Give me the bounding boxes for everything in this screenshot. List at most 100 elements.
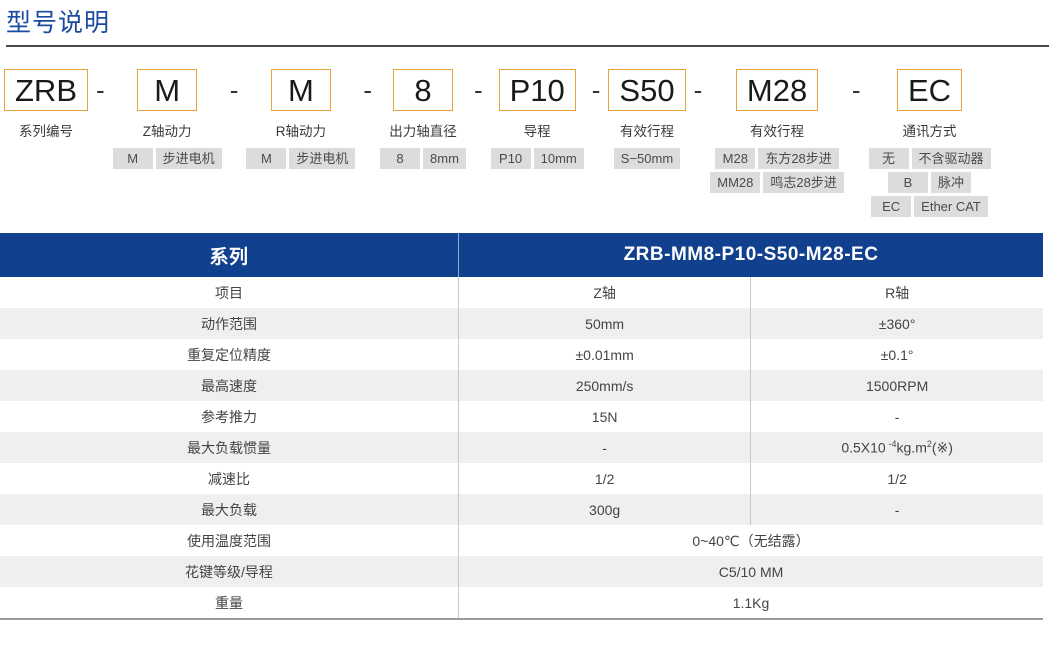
model-code-option-list: S−50mm <box>614 148 680 169</box>
model-code-segment: M28有效行程M28东方28步进MM28鸣志28步进 <box>710 69 844 193</box>
spec-value-z-axis: 15N <box>459 401 751 432</box>
spec-item-label: 项目 <box>0 277 459 308</box>
option-value: 东方28步进 <box>758 148 838 169</box>
model-code-box[interactable]: M <box>137 69 197 111</box>
spec-item-label: 最大负载 <box>0 494 459 525</box>
spec-item-label: 使用温度范围 <box>0 525 459 556</box>
option-value: 步进电机 <box>289 148 355 169</box>
model-code-caption: 系列编号 <box>19 120 73 140</box>
model-code-box[interactable]: 8 <box>393 69 453 111</box>
spec-item-label: 减速比 <box>0 463 459 494</box>
table-row: 最大负载300g- <box>0 494 1043 525</box>
model-code-option-row: 88mm <box>380 148 466 169</box>
model-code-separator: - <box>686 69 711 111</box>
option-key: M28 <box>715 148 755 169</box>
spec-value-r-axis: R轴 <box>751 277 1043 308</box>
option-value: 10mm <box>534 148 584 169</box>
spec-value-z-axis: Z轴 <box>459 277 751 308</box>
model-code-strip: ZRB系列编号-MZ轴动力M步进电机-MR轴动力M步进电机-8出力轴直径88mm… <box>0 69 1049 217</box>
spec-value-r-axis: ±0.1° <box>751 339 1043 370</box>
table-header-row: 系列 ZRB-MM8-P10-S50-M28-EC <box>0 233 1043 277</box>
spec-item-label: 最高速度 <box>0 370 459 401</box>
option-value: 脉冲 <box>931 172 971 193</box>
option-key: 无 <box>869 148 909 169</box>
spec-item-label: 重复定位精度 <box>0 339 459 370</box>
table-row: 参考推力15N- <box>0 401 1043 432</box>
spec-item-label: 动作范围 <box>0 308 459 339</box>
spec-value-combined: 1.1Kg <box>459 587 1044 618</box>
spec-value-combined: 0~40℃（无结露） <box>459 525 1044 556</box>
table-bottom-divider <box>0 618 1043 620</box>
model-code-box[interactable]: M <box>271 69 331 111</box>
model-code-option-row: S−50mm <box>614 148 680 169</box>
option-key: B <box>888 172 928 193</box>
spec-item-label: 重量 <box>0 587 459 618</box>
option-key: P10 <box>491 148 531 169</box>
table-row: 花键等级/导程C5/10 MM <box>0 556 1043 587</box>
spec-value-z-axis: 1/2 <box>459 463 751 494</box>
table-row: 项目Z轴R轴 <box>0 277 1043 308</box>
model-code-caption: 出力轴直径 <box>389 120 457 140</box>
table-row: 重复定位精度±0.01mm±0.1° <box>0 339 1043 370</box>
table-row: 重量1.1Kg <box>0 587 1043 618</box>
option-value: 鸣志28步进 <box>763 172 843 193</box>
model-code-segment: MR轴动力M步进电机 <box>246 69 355 169</box>
spec-value-r-axis: 0.5X10 -4kg.m2(※) <box>751 432 1043 463</box>
spec-value-z-axis: 300g <box>459 494 751 525</box>
model-code-option-row: M28东方28步进 <box>710 148 844 169</box>
option-key: M <box>113 148 153 169</box>
spec-value-z-axis: ±0.01mm <box>459 339 751 370</box>
model-code-option-row: MM28鸣志28步进 <box>710 172 844 193</box>
table-row: 最大负载惯量-0.5X10 -4kg.m2(※) <box>0 432 1043 463</box>
model-code-separator: - <box>466 69 491 111</box>
option-key: EC <box>871 196 911 217</box>
table-row: 使用温度范围0~40℃（无结露） <box>0 525 1043 556</box>
model-code-segment: ZRB 系列编号 <box>4 69 88 140</box>
model-code-box[interactable]: EC <box>897 69 962 111</box>
spec-item-label: 花键等级/导程 <box>0 556 459 587</box>
option-value: 不含驱动器 <box>912 148 991 169</box>
table-row: 动作范围50mm±360° <box>0 308 1043 339</box>
model-code-box[interactable]: ZRB <box>4 69 88 111</box>
model-code-option-list: M步进电机 <box>246 148 355 169</box>
spec-value-combined: C5/10 MM <box>459 556 1044 587</box>
model-code-option-row: M步进电机 <box>113 148 222 169</box>
model-code-caption: 通讯方式 <box>903 120 957 140</box>
model-code-option-list: P1010mm <box>491 148 584 169</box>
title-divider <box>6 45 1049 47</box>
spec-value-z-axis: 250mm/s <box>459 370 751 401</box>
spec-value-z-axis: - <box>459 432 751 463</box>
model-code-box[interactable]: P10 <box>499 69 576 111</box>
spec-value-r-axis: 1/2 <box>751 463 1043 494</box>
spec-value-r-axis: - <box>751 494 1043 525</box>
table-header: 系列 ZRB-MM8-P10-S50-M28-EC <box>0 233 1043 277</box>
model-code-option-list: M28东方28步进 MM28鸣志28步进 <box>710 148 844 193</box>
model-code-segment: 8 出力轴直径 88mm <box>380 69 466 169</box>
model-code-separator: - <box>584 69 609 111</box>
model-code-segment: EC通讯方式无不含驱动器B脉冲ECEther CAT <box>869 69 991 217</box>
spec-item-label: 参考推力 <box>0 401 459 432</box>
option-key: MM28 <box>710 172 760 193</box>
table-row: 最高速度250mm/s1500RPM <box>0 370 1043 401</box>
model-code-separator: - <box>844 69 869 111</box>
option-value: Ether CAT <box>914 196 988 217</box>
option-key: S−50mm <box>614 148 680 169</box>
option-key: 8 <box>380 148 420 169</box>
model-code-separator: - <box>88 69 113 111</box>
spec-value-r-axis: ±360° <box>751 308 1043 339</box>
model-code-box[interactable]: M28 <box>736 69 818 111</box>
model-code-option-row: ECEther CAT <box>869 196 991 217</box>
model-code-option-row: M步进电机 <box>246 148 355 169</box>
model-code-box[interactable]: S50 <box>608 69 685 111</box>
model-code-caption: 有效行程 <box>620 120 674 140</box>
model-code-caption: Z轴动力 <box>143 120 192 140</box>
table-body: 项目Z轴R轴动作范围50mm±360°重复定位精度±0.01mm±0.1°最高速… <box>0 277 1043 618</box>
page-title: 型号说明 <box>6 8 1049 39</box>
model-code-option-row: B脉冲 <box>869 172 991 193</box>
page-header: 型号说明 <box>0 0 1049 47</box>
option-value: 步进电机 <box>156 148 222 169</box>
model-code-separator: - <box>222 69 247 111</box>
spec-value-r-axis: - <box>751 401 1043 432</box>
model-code-option-row: P1010mm <box>491 148 584 169</box>
option-key: M <box>246 148 286 169</box>
